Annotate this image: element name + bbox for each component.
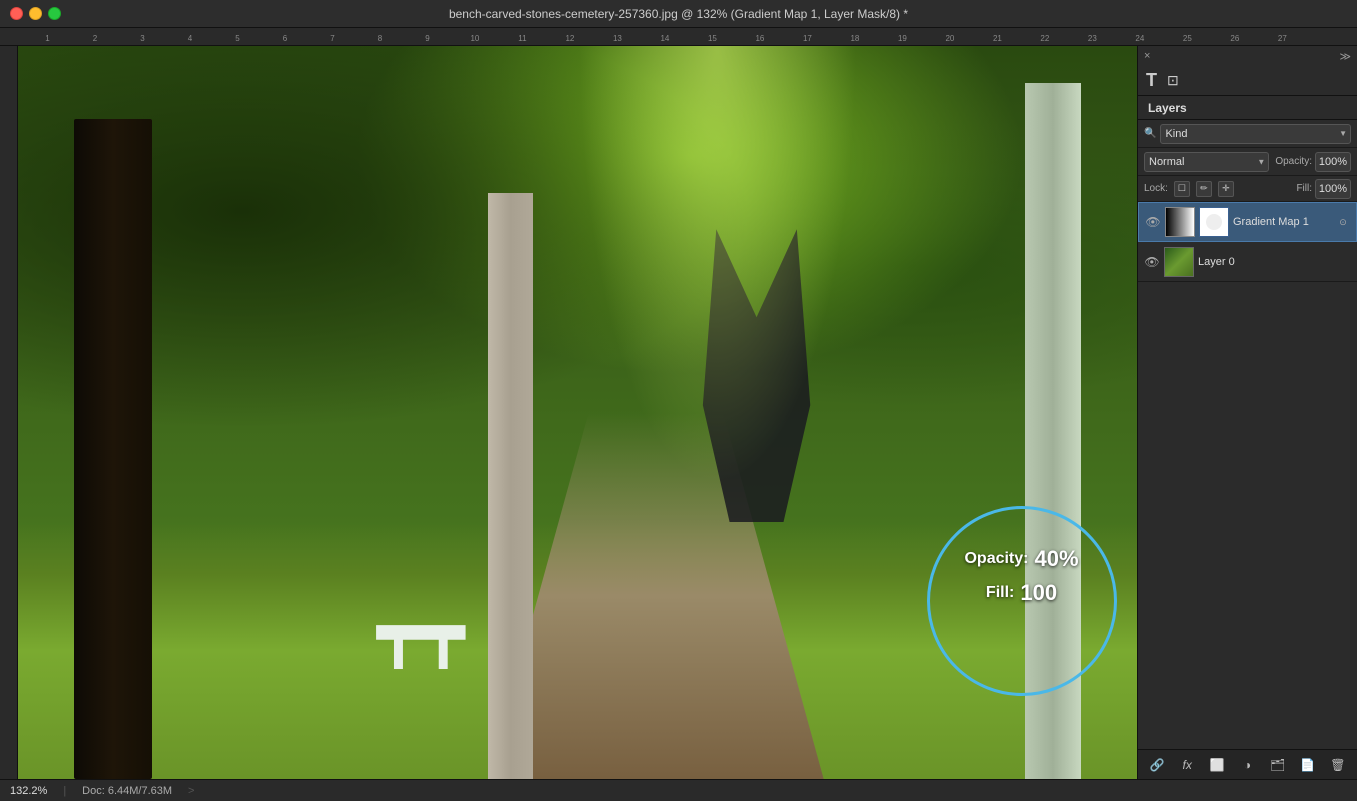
opacity-value[interactable]: 100% bbox=[1315, 152, 1351, 172]
panel-expand-button[interactable]: ≫ bbox=[1339, 50, 1351, 63]
lock-image-icon[interactable]: ✏ bbox=[1196, 181, 1212, 197]
layer-mask-thumbnail bbox=[1199, 207, 1229, 237]
status-separator: | bbox=[63, 785, 66, 797]
maximize-button[interactable] bbox=[48, 7, 61, 20]
kind-select[interactable]: Kind bbox=[1160, 124, 1351, 144]
minimize-button[interactable] bbox=[29, 7, 42, 20]
ruler-top: 1 2 3 4 5 6 7 8 9 10 11 12 13 14 15 16 1… bbox=[0, 28, 1357, 46]
blend-opacity-row: Normal Dissolve Multiply Screen Overlay … bbox=[1138, 148, 1357, 176]
layer-type-icon: ⊙ bbox=[1336, 215, 1350, 229]
opacity-section: Opacity: 100% bbox=[1275, 152, 1351, 172]
panel-close-button[interactable]: × bbox=[1144, 50, 1150, 62]
layers-title: Layers bbox=[1148, 101, 1187, 115]
layers-header: Layers bbox=[1138, 96, 1357, 120]
lock-transparent-icon[interactable]: ☐ bbox=[1174, 181, 1190, 197]
fill-section: Fill: 100% bbox=[1296, 179, 1351, 199]
filter-row: 🔍 Kind ▼ bbox=[1138, 120, 1357, 148]
blend-mode-select[interactable]: Normal Dissolve Multiply Screen Overlay bbox=[1144, 152, 1269, 172]
layer-icons: ⊙ bbox=[1336, 215, 1350, 229]
window-title: bench-carved-stones-cemetery-257360.jpg … bbox=[449, 7, 908, 21]
fill-value[interactable]: 100% bbox=[1315, 179, 1351, 199]
kind-select-wrapper: Kind ▼ bbox=[1160, 124, 1351, 144]
blend-mode-wrapper: Normal Dissolve Multiply Screen Overlay … bbox=[1144, 152, 1269, 172]
add-fx-button[interactable]: fx bbox=[1177, 755, 1197, 775]
window-controls[interactable] bbox=[0, 7, 61, 20]
delete-layer-button[interactable]: 🗑 bbox=[1328, 755, 1348, 775]
layer-row[interactable]: 👁 Layer 0 bbox=[1138, 242, 1357, 282]
status-bar: 132.2% | Doc: 6.44M/7.63M > bbox=[0, 779, 1357, 801]
add-mask-button[interactable]: ⬜ bbox=[1207, 755, 1227, 775]
layer-list: 👁 Gradient Map 1 ⊙ 👁 bbox=[1138, 202, 1357, 749]
layer-visibility-toggle[interactable]: 👁 bbox=[1145, 214, 1161, 230]
fill-label: Fill: bbox=[1296, 183, 1312, 194]
opacity-label: Opacity: bbox=[1275, 156, 1312, 167]
layer-name: Gradient Map 1 bbox=[1233, 216, 1332, 228]
text-tool-icon[interactable]: T bbox=[1146, 70, 1157, 91]
layers-panel-body: Layers 🔍 Kind ▼ Normal Dissolve bbox=[1138, 96, 1357, 779]
adjustment-layer-button[interactable]: ◑ bbox=[1237, 755, 1257, 775]
transform-tool-icon[interactable]: ⊡ bbox=[1167, 72, 1179, 89]
zoom-level: 132.2% bbox=[10, 785, 47, 797]
lock-position-icon[interactable]: ✛ bbox=[1218, 181, 1234, 197]
new-layer-button[interactable]: 📄 bbox=[1298, 755, 1318, 775]
layer-thumbnail bbox=[1164, 247, 1194, 277]
scene-trunk-left bbox=[74, 119, 152, 779]
layers-bottom-toolbar: 🔗 fx ⬜ ◑ 🗂 📄 🗑 bbox=[1138, 749, 1357, 779]
link-layers-button[interactable]: 🔗 bbox=[1147, 755, 1167, 775]
new-group-button[interactable]: 🗂 bbox=[1268, 755, 1288, 775]
doc-info: Doc: 6.44M/7.63M bbox=[82, 785, 172, 797]
layer-thumbnail bbox=[1165, 207, 1195, 237]
layer-visibility-toggle[interactable]: 👁 bbox=[1144, 254, 1160, 270]
lock-row: Lock: ☐ ✏ ✛ Fill: 100% bbox=[1138, 176, 1357, 202]
layers-panel: × ≫ T ⊡ Layers 🔍 Kind ▼ bbox=[1137, 46, 1357, 779]
status-arrow: > bbox=[188, 785, 194, 797]
ruler-left bbox=[0, 46, 18, 779]
panel-controls: × ≫ bbox=[1138, 46, 1357, 66]
layer-row[interactable]: 👁 Gradient Map 1 ⊙ bbox=[1138, 202, 1357, 242]
close-button[interactable] bbox=[10, 7, 23, 20]
scene-trunk-right bbox=[1025, 83, 1081, 779]
layer-name: Layer 0 bbox=[1198, 256, 1351, 268]
canvas-area[interactable]: Opacity: 40% Fill: 100 bbox=[18, 46, 1137, 779]
lock-label: Lock: bbox=[1144, 183, 1168, 194]
title-bar: bench-carved-stones-cemetery-257360.jpg … bbox=[0, 0, 1357, 28]
panel-tools-row: T ⊡ bbox=[1138, 66, 1357, 96]
scene-trunk-mid bbox=[488, 193, 533, 779]
scene-light-shaft bbox=[578, 46, 858, 486]
search-icon: 🔍 bbox=[1144, 128, 1156, 139]
